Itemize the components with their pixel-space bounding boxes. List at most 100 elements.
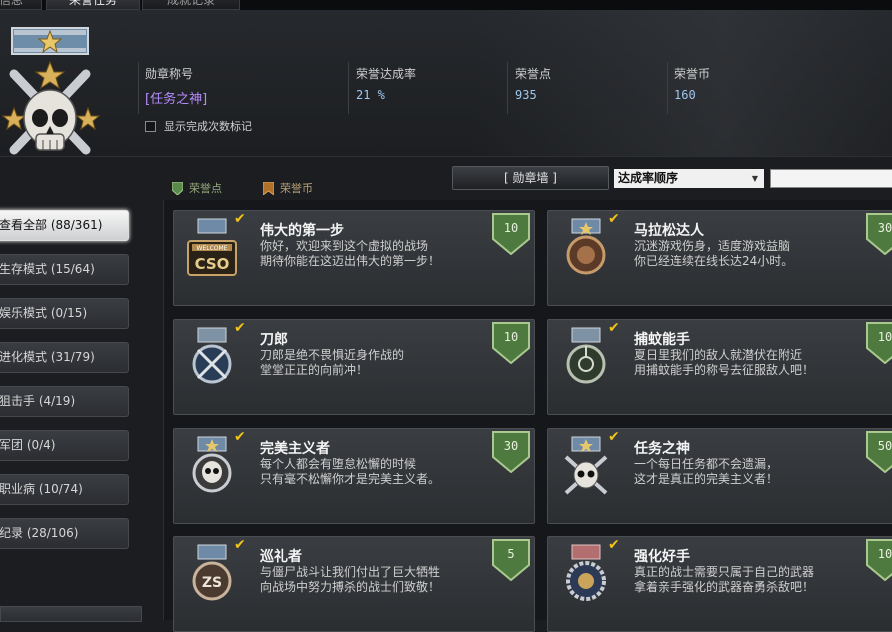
desc-line: 只有毫不松懈你才是完美主义者。	[260, 472, 441, 486]
desc-line: 这才是真正的完美主义者！	[634, 472, 779, 486]
achievement-card[interactable]: ZS ✔ 巡礼者 与僵尸战斗让我们付出了巨大牺牲 向战场中努力搏杀的战士们致敬！ …	[173, 536, 535, 632]
achievement-name: 完美主义者	[260, 441, 330, 457]
desc-line: 期待你能在这迈出伟大的第一步！	[260, 254, 441, 268]
achievement-desc: 刀郎是绝不畏惧近身作战的 堂堂正正的向前冲！	[260, 348, 490, 378]
category-all[interactable]: 查看全部 (88/361)	[0, 210, 129, 241]
separator	[667, 62, 668, 114]
achievement-name: 任务之神	[634, 441, 690, 457]
honor-rate-value: 21 %	[356, 88, 385, 102]
marathon-medal-icon	[566, 218, 606, 275]
completed-check-icon: ✔	[608, 320, 620, 336]
chevron-down-icon[interactable]: ▼	[752, 169, 758, 188]
sort-select[interactable]: 达成率顺序 ▼	[614, 169, 764, 188]
desc-line: 拿着亲手强化的武器奋勇杀敌吧！	[634, 580, 815, 594]
achievement-desc: 真正的战士需要只属于自己的武器 拿着亲手强化的武器奋勇杀敌吧！	[634, 565, 864, 595]
desc-line: 与僵尸战斗让我们付出了巨大牺牲	[260, 565, 441, 579]
green-shield-icon	[172, 181, 183, 195]
achievement-name: 伟大的第一步	[260, 223, 344, 239]
desc-line: 一个每日任务都不会遗漏，	[634, 457, 779, 471]
completed-check-icon: ✔	[608, 211, 620, 227]
sidebar-bottom-button[interactable]	[0, 606, 142, 622]
category-legion[interactable]: 军团 (0/4)	[0, 430, 129, 461]
achievement-desc: 沉迷游戏伤身，适度游戏益脑 你已经连续在线长达24小时。	[634, 239, 864, 269]
separator	[138, 62, 139, 114]
desc-line: 你已经连续在线长达24小时。	[634, 254, 794, 268]
tab-achievement-records[interactable]: 成就记录	[142, 0, 240, 10]
achievement-desc: 你好，欢迎来到这个虚拟的战场 期待你能在这迈出伟大的第一步！	[260, 239, 490, 269]
achievement-card[interactable]: WELCOME CSO ✔ 伟大的第一步 你好，欢迎来到这个虚拟的战场 期待你能在…	[173, 210, 535, 306]
points-badge: 10	[866, 322, 892, 365]
desc-line: 堂堂正正的向前冲！	[260, 363, 369, 377]
honor-coins-label: 荣誉币	[674, 67, 711, 81]
points-badge: 30	[492, 431, 530, 474]
points-value: 10	[877, 547, 892, 561]
welcome-cso-medal-icon: WELCOME CSO	[187, 218, 237, 276]
legend-points-label: 荣誉点	[189, 182, 222, 195]
category-records[interactable]: 纪录 (28/106)	[0, 518, 129, 549]
achievement-desc: 一个每日任务都不会遗漏， 这才是真正的完美主义者！	[634, 457, 864, 487]
points-badge: 10	[866, 539, 892, 582]
honor-coins-value: 160	[674, 88, 696, 102]
desc-line: 夏日里我们的敌人就潜伏在附近	[634, 348, 803, 362]
legend-honor-points: 荣誉点	[172, 180, 222, 196]
svg-text:ZS: ZS	[202, 575, 222, 591]
gear-medal-icon	[566, 544, 606, 601]
desc-line: 你好，欢迎来到这个虚拟的战场	[260, 239, 429, 253]
svg-text:CSO: CSO	[195, 255, 230, 273]
points-value: 10	[503, 221, 519, 235]
achievement-card[interactable]: ✔ 完美主义者 每个人都会有堕怠松懈的时候 只有毫不松懈你才是完美主义者。 30	[173, 428, 535, 524]
skull-medal-icon	[192, 436, 232, 493]
category-sniper[interactable]: 狙击手 (4/19)	[0, 386, 129, 417]
achievement-card[interactable]: ✔ 捕蚊能手 夏日里我们的敌人就潜伏在附近 用捕蚊能手的称号去征服敌人吧！ 10	[547, 319, 892, 415]
points-value: 50	[877, 439, 892, 453]
tab-honor-missions[interactable]: 荣誉任务	[46, 0, 140, 10]
points-value: 30	[503, 439, 519, 453]
completed-check-icon: ✔	[608, 537, 620, 553]
checkbox[interactable]	[145, 120, 156, 132]
achievement-card[interactable]: ✔ 马拉松达人 沉迷游戏伤身，适度游戏益脑 你已经连续在线长达24小时。 30	[547, 210, 892, 306]
points-value: 10	[877, 330, 892, 344]
achievement-name: 强化好手	[634, 549, 690, 565]
medal-title-stat: 勋章称号 [任务之神]	[145, 65, 207, 107]
desc-line: 刀郎是绝不畏惧近身作战的	[260, 348, 405, 362]
points-badge: 10	[492, 322, 530, 365]
achievement-desc: 与僵尸战斗让我们付出了巨大牺牲 向战场中努力搏杀的战士们致敬！	[260, 565, 490, 595]
achievement-card[interactable]: ✔ 刀郎 刀郎是绝不畏惧近身作战的 堂堂正正的向前冲！ 10	[173, 319, 535, 415]
achievement-desc: 每个人都会有堕怠松懈的时候 只有毫不松懈你才是完美主义者。	[260, 457, 490, 487]
completed-check-icon: ✔	[608, 429, 620, 445]
medal-wall-button[interactable]: [ 勋章墙 ]	[452, 166, 609, 190]
mosquito-medal-icon	[566, 327, 606, 384]
sort-select-value: 达成率顺序	[618, 171, 679, 185]
search-input[interactable]	[770, 169, 892, 188]
completed-check-icon: ✔	[234, 211, 246, 227]
honor-rate-stat: 荣誉达成率 21 %	[356, 65, 416, 102]
completed-check-icon: ✔	[234, 537, 246, 553]
category-evolution[interactable]: 进化模式 (31/79)	[0, 342, 129, 373]
profile-header: 勋章称号 [任务之神] 荣誉达成率 21 % 荣誉点 935 荣誉币 160 显…	[0, 10, 892, 157]
desc-line: 每个人都会有堕怠松懈的时候	[260, 457, 417, 471]
achievement-card[interactable]: ✔ 任务之神 一个每日任务都不会遗漏， 这才是真正的完美主义者！ 50	[547, 428, 892, 524]
medal-title-label: 勋章称号	[145, 67, 194, 81]
category-survival[interactable]: 生存模式 (15/64)	[0, 254, 129, 285]
achievement-card[interactable]: ✔ 强化好手 真正的战士需要只属于自己的武器 拿着亲手强化的武器奋勇杀敌吧！ 10	[547, 536, 892, 632]
tab-info[interactable]: 信息	[0, 0, 42, 10]
show-completion-toggle[interactable]: 显示完成次数标记	[145, 118, 252, 134]
orange-ribbon-icon	[263, 181, 274, 195]
desc-line: 用捕蚊能手的称号去征服敌人吧！	[634, 363, 815, 377]
points-value: 10	[503, 330, 519, 344]
completed-check-icon: ✔	[234, 320, 246, 336]
points-badge: 30	[866, 213, 892, 256]
honor-points-stat: 荣誉点 935	[515, 65, 551, 102]
separator	[348, 62, 349, 114]
category-entertainment[interactable]: 娱乐模式 (0/15)	[0, 298, 129, 329]
category-occupational[interactable]: 职业病 (10/74)	[0, 474, 129, 505]
big-skull-medal-icon	[1, 27, 101, 155]
achievement-desc: 夏日里我们的敌人就潜伏在附近 用捕蚊能手的称号去征服敌人吧！	[634, 348, 864, 378]
points-badge: 10	[492, 213, 530, 256]
points-value: 5	[507, 547, 515, 561]
show-completion-label: 显示完成次数标记	[164, 120, 252, 133]
points-badge: 50	[866, 431, 892, 474]
tab-bar: 信息 荣誉任务 成就记录	[0, 0, 892, 10]
crossed-blades-medal-icon	[192, 327, 232, 384]
achievement-name: 刀郎	[260, 332, 288, 348]
